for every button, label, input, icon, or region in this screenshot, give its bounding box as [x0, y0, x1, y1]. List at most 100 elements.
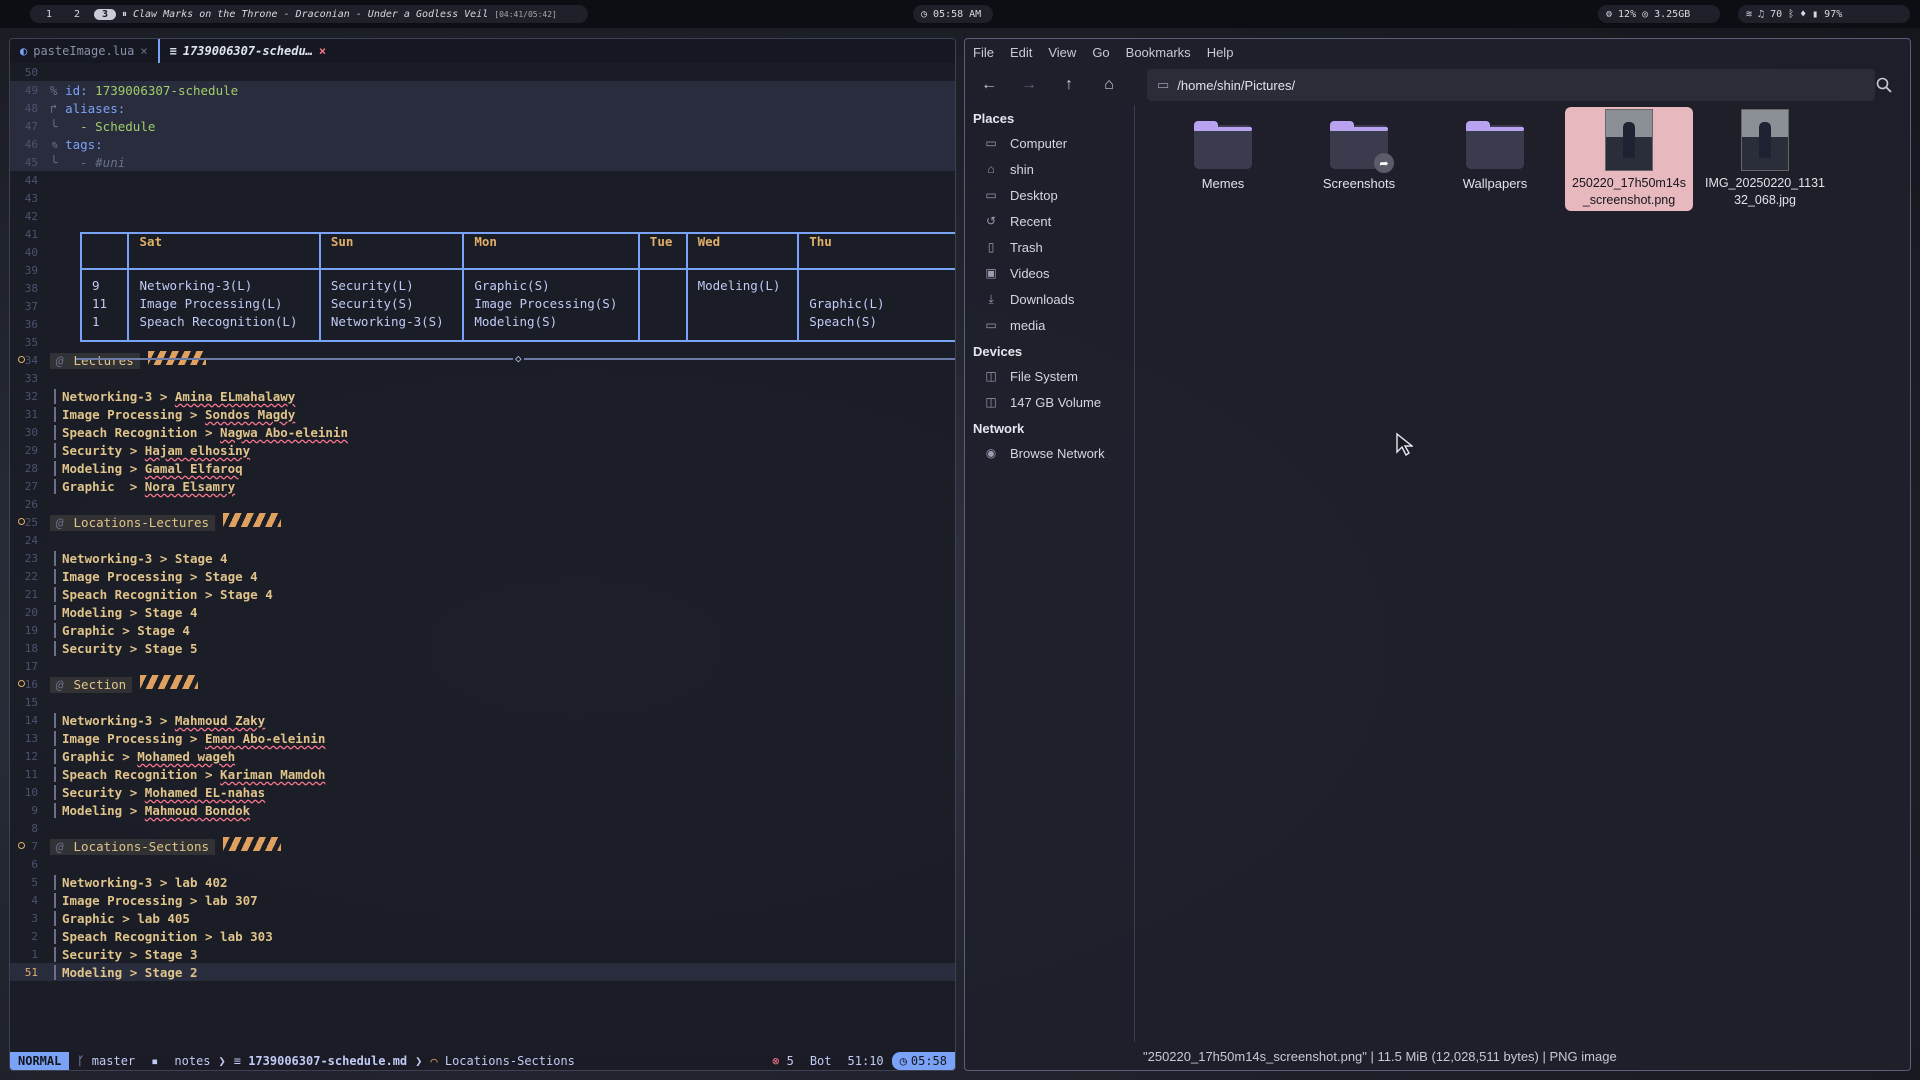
workspace-1[interactable]: 1 [38, 9, 60, 20]
file-item-memes[interactable]: Memes [1159, 115, 1287, 192]
table-cell: Graphic(L) Speach(S) [797, 268, 955, 342]
up-arrow-icon[interactable]: ↑ [1053, 71, 1085, 99]
breadcrumb-file: ≡ 1739006307-schedule.md [233, 1054, 408, 1068]
line-number: 20 [24, 605, 38, 619]
workspace-pill: 1 2 3 ⏸ Claw Marks on the Throne - Draco… [30, 5, 588, 23]
line-number: 6 [31, 857, 38, 871]
line-number: 21 [24, 587, 38, 601]
tab-pasteimage[interactable]: ◐ pasteImage.lua × [10, 39, 158, 63]
neovim-window[interactable]: ◐ pasteImage.lua × ≡ 1739006307-schedu… … [9, 38, 956, 1071]
location-path: /home/shin/Pictures/ [1177, 77, 1296, 93]
table-cell: Networking-3(L) Image Processing(L) Spea… [127, 268, 321, 342]
close-icon[interactable]: × [319, 44, 326, 58]
table-row: 9 11 1 Networking-3(L) Image Processing(… [79, 268, 955, 342]
close-icon[interactable]: × [140, 44, 147, 58]
folder-icon [1466, 121, 1524, 169]
bluetooth-icon[interactable]: ᛒ [1788, 9, 1794, 20]
tab-schedule[interactable]: ≡ 1739006307-schedu… × [157, 39, 337, 63]
line-number: 17 [24, 659, 38, 673]
pause-icon[interactable]: ⏸ [122, 9, 127, 20]
statusline-clock: ◷ 05:58 [891, 1052, 955, 1070]
section-heading-row: 7 @ Locations-Sections [10, 837, 955, 855]
menu-view[interactable]: View [1048, 45, 1076, 60]
line-number: 14 [24, 713, 38, 727]
line-number: 36 [24, 317, 38, 331]
fold-marker[interactable] [18, 356, 25, 363]
menu-file[interactable]: File [973, 45, 994, 60]
table-header: Sun [318, 232, 465, 270]
table-header: Sat [127, 232, 321, 270]
sidebar-item-browse-network[interactable]: ◉ Browse Network [965, 440, 1134, 466]
headphones-icon[interactable]: ♫ [1758, 9, 1764, 20]
sidebar-item-filesystem[interactable]: ◫ File System [965, 363, 1134, 389]
sidebar-item-trash[interactable]: ▯ Trash [965, 234, 1134, 260]
search-icon[interactable] [1868, 69, 1900, 101]
breadcrumb-dir: notes [174, 1054, 211, 1068]
line-number: 37 [24, 299, 38, 313]
location-bar[interactable]: ▭ /home/shin/Pictures/ [1147, 69, 1875, 101]
top-bar: 1 2 3 ⏸ Claw Marks on the Throne - Draco… [0, 0, 1920, 28]
notification-icon[interactable]: ♦ [1800, 9, 1806, 20]
section-heading-row: 16 @ Section [10, 675, 955, 693]
file-item-img-jpg[interactable]: IMG_20250220_113132_068.jpg [1701, 107, 1829, 209]
folder-icon: ▭ [1157, 77, 1170, 92]
wifi-icon[interactable]: ≋ [1746, 9, 1752, 20]
battery-icon: ▮ [1812, 8, 1819, 20]
menu-edit[interactable]: Edit [1010, 45, 1032, 60]
recent-icon: ↺ [985, 214, 997, 228]
markdown-file-icon: ≡ [169, 44, 177, 58]
line-number: 24 [24, 533, 38, 547]
menu-go[interactable]: Go [1092, 45, 1109, 60]
error-icon: ⊗ [772, 1054, 780, 1068]
scroll-position: Bot [809, 1054, 832, 1068]
tab-label: 1739006307-schedu… [182, 44, 313, 58]
desktop-icon: ▭ [985, 188, 997, 202]
horizontal-rule: ◇ [76, 352, 955, 365]
sidebar-item-downloads[interactable]: ⤓ Downloads [965, 286, 1134, 312]
home-icon[interactable]: ⌂ [1093, 71, 1125, 99]
menu-bookmarks[interactable]: Bookmarks [1126, 45, 1191, 60]
table-cell: Graphic(S) Image Processing(S) Modeling(… [462, 268, 640, 342]
line-number: 50 [24, 65, 38, 79]
workspace-3[interactable]: 3 [94, 8, 116, 20]
file-manager-window[interactable]: File Edit View Go Bookmarks Help ← → ↑ ⌂… [964, 38, 1911, 1071]
forward-arrow-icon[interactable]: → [1013, 71, 1045, 99]
menu-bar: File Edit View Go Bookmarks Help [965, 39, 1910, 65]
line-number: 28 [24, 461, 38, 475]
sidebar-item-shin[interactable]: ⌂ shin [965, 156, 1134, 182]
file-item-screenshot-png[interactable]: 250220_17h50m14s_screenshot.png [1565, 107, 1693, 211]
line-number: 16 [24, 677, 38, 691]
workspace-2[interactable]: 2 [66, 9, 88, 20]
fold-marker[interactable] [18, 518, 25, 525]
video-icon: ▣ [985, 266, 997, 280]
sidebar-item-recent[interactable]: ↺ Recent [965, 208, 1134, 234]
buffer-text[interactable]: 50 49% id: 1739006307-schedule 48 ↱ alias… [10, 63, 955, 981]
file-item-wallpapers[interactable]: Wallpapers [1431, 115, 1559, 192]
sidebar: Places ▭ Computer ⌂ shin ▭ Desktop ↺ Recent … [965, 105, 1135, 1042]
fold-marker[interactable] [18, 842, 25, 849]
line-number: 1 [31, 947, 38, 961]
fold-marker[interactable] [18, 680, 25, 687]
line-number: 18 [24, 641, 38, 655]
menu-help[interactable]: Help [1207, 45, 1234, 60]
line-number: 32 [24, 389, 38, 403]
cursor-line: 51 Modeling > Stage 2 [10, 963, 955, 981]
sidebar-item-computer[interactable]: ▭ Computer [965, 130, 1134, 156]
sidebar-item-volume[interactable]: ◫ 147 GB Volume [965, 389, 1134, 415]
file-item-screenshots[interactable]: ➦ Screenshots [1295, 115, 1423, 192]
folder-icon [1194, 121, 1252, 169]
sidebar-item-videos[interactable]: ▣ Videos [965, 260, 1134, 286]
heading-decoration [223, 513, 281, 528]
folder-icon: ▭ [985, 318, 997, 332]
tray-pill: ≋ ♫ 70 ᛒ ♦ ▮ 97% [1738, 5, 1910, 23]
line-number: 44 [24, 173, 38, 187]
sidebar-item-desktop[interactable]: ▭ Desktop [965, 182, 1134, 208]
download-icon: ⤓ [988, 291, 994, 306]
sidebar-item-media[interactable]: ▭ media [965, 312, 1134, 338]
line-number: 49 [24, 83, 38, 97]
git-branch: ᚴ master [77, 1054, 136, 1068]
volume[interactable]: 70 [1770, 9, 1782, 20]
home-icon: ⌂ [987, 162, 995, 176]
back-arrow-icon[interactable]: ← [973, 71, 1005, 99]
line-number: 48 [24, 101, 38, 115]
